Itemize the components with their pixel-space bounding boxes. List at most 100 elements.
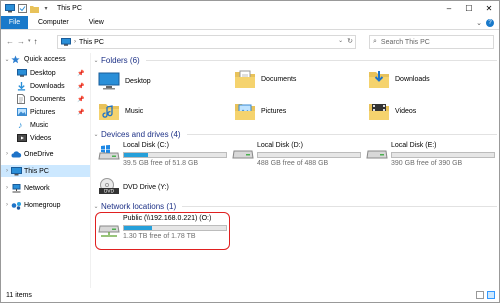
videos-icon	[17, 134, 27, 142]
chevron-down-icon[interactable]: ⌄	[92, 203, 100, 210]
group-header-devices-and-drives[interactable]: ⌄ Devices and drives (4)	[92, 128, 497, 140]
sidebar-item-label: Homegroup	[24, 201, 61, 209]
sidebar-item-pictures[interactable]: Pictures 📌	[1, 106, 90, 118]
drive-local-disk-d[interactable]: Local Disk (D:) 488 GB free of 488 GB	[232, 142, 367, 169]
sidebar-item-label: Network	[24, 184, 50, 192]
tab-file[interactable]: File	[1, 16, 28, 29]
chevron-right-icon[interactable]: ›	[4, 168, 10, 174]
back-arrow-icon[interactable]: ←	[6, 37, 14, 46]
dvd-drive-icon: DVD	[98, 178, 120, 195]
drive-free-space: 39.5 GB free of 51.8 GB	[123, 160, 199, 167]
highlight-annotation	[95, 212, 230, 250]
downloads-folder-icon	[368, 68, 390, 90]
item-count: 11 items	[6, 292, 32, 299]
chevron-down-icon[interactable]: ⌄	[4, 56, 10, 63]
properties-icon[interactable]	[17, 4, 27, 14]
details-view-icon[interactable]	[476, 291, 484, 299]
status-bar: 11 items	[1, 289, 499, 302]
nav-buttons: ← → ▾ ↑	[1, 37, 55, 46]
folder-desktop[interactable]: Desktop	[98, 70, 151, 92]
sidebar-item-label: OneDrive	[24, 150, 54, 158]
videos-folder-icon	[368, 100, 390, 122]
folder-documents[interactable]: Documents	[234, 68, 296, 90]
breadcrumb-separator-icon: ›	[74, 39, 76, 45]
window-title: This PC	[57, 5, 82, 12]
documents-folder-icon	[234, 68, 256, 90]
homegroup-icon	[11, 201, 22, 210]
sidebar-item-homegroup[interactable]: › Homegroup	[1, 199, 90, 211]
chevron-right-icon[interactable]: ›	[4, 151, 10, 157]
group-title: Network locations (1)	[101, 201, 177, 211]
pin-icon[interactable]: 📌	[77, 70, 84, 77]
group-title: Devices and drives (4)	[101, 129, 181, 139]
sidebar-item-label: Quick access	[24, 55, 66, 63]
folder-music[interactable]: Music	[98, 100, 143, 122]
sidebar-item-quick-access[interactable]: ⌄ Quick access	[1, 53, 90, 65]
sidebar-item-videos[interactable]: Videos	[1, 132, 90, 144]
cloud-icon	[11, 150, 22, 158]
search-placeholder: Search This PC	[380, 38, 430, 46]
group-divider	[186, 133, 497, 135]
close-button[interactable]: ✕	[479, 1, 499, 16]
minimize-button[interactable]: –	[439, 1, 459, 16]
chevron-down-icon[interactable]: ⌄	[92, 131, 100, 138]
tab-computer[interactable]: Computer	[28, 16, 79, 29]
breadcrumb[interactable]: This PC	[79, 39, 104, 46]
sidebar-item-desktop[interactable]: Desktop 📌	[1, 67, 90, 79]
folder-name: Videos	[395, 107, 417, 115]
drive-name: DVD Drive (Y:)	[123, 184, 169, 191]
drive-usage-fill	[124, 153, 149, 157]
drive-usage-bar	[391, 152, 495, 158]
maximize-button[interactable]: ☐	[459, 1, 479, 16]
content-pane: ⌄ Folders (6) Desktop Documents Download…	[92, 53, 499, 288]
drive-free-space: 488 GB free of 488 GB	[257, 160, 329, 167]
address-bar-controls: ⌄ ↻	[338, 37, 353, 45]
desktop-folder-icon	[98, 70, 120, 92]
ribbon-tabs: File Computer View ⌄ ?	[1, 16, 499, 30]
expand-ribbon-icon[interactable]: ⌄	[476, 19, 482, 27]
drive-local-disk-c[interactable]: Local Disk (C:) 39.5 GB free of 51.8 GB	[98, 142, 233, 169]
group-header-network-locations[interactable]: ⌄ Network locations (1)	[92, 200, 497, 212]
chevron-down-icon[interactable]: ▾	[41, 4, 51, 14]
large-icons-view-icon[interactable]	[487, 291, 495, 299]
drive-name: Local Disk (C:)	[123, 142, 169, 149]
sidebar-item-this-pc[interactable]: › This PC	[1, 165, 90, 177]
sidebar-item-network[interactable]: › Network	[1, 182, 90, 194]
sidebar-item-music[interactable]: ♪ Music	[1, 119, 90, 131]
folder-name: Downloads	[395, 75, 430, 83]
chevron-down-icon[interactable]: ⌄	[92, 57, 100, 64]
sidebar-item-onedrive[interactable]: › OneDrive	[1, 148, 90, 160]
folder-videos[interactable]: Videos	[368, 100, 416, 122]
tab-view[interactable]: View	[79, 16, 114, 29]
drive-dvd-y[interactable]: DVD DVD Drive (Y:)	[98, 177, 198, 199]
chevron-right-icon[interactable]: ›	[4, 185, 10, 191]
documents-icon	[17, 94, 25, 104]
forward-arrow-icon[interactable]: →	[17, 37, 25, 46]
sidebar-item-documents[interactable]: Documents 📌	[1, 93, 90, 105]
folder-downloads[interactable]: Downloads	[368, 68, 430, 90]
sidebar-item-downloads[interactable]: Downloads 📌	[1, 80, 90, 92]
help-icon[interactable]: ?	[486, 18, 494, 27]
up-arrow-icon[interactable]: ↑	[34, 37, 38, 46]
drive-usage-bar	[123, 152, 227, 158]
address-dropdown-icon[interactable]: ⌄	[338, 37, 343, 45]
navigation-pane: ⌄ Quick access Desktop 📌 Downloads 📌 Doc	[1, 53, 91, 288]
ribbon-right-controls: ⌄ ?	[476, 16, 499, 29]
drive-free-space: 390 GB free of 390 GB	[391, 160, 463, 167]
pin-icon[interactable]: 📌	[77, 96, 84, 103]
address-bar[interactable]: › This PC ⌄ ↻	[57, 35, 356, 49]
drive-local-disk-e[interactable]: Local Disk (E:) 390 GB free of 390 GB	[366, 142, 499, 169]
pin-icon[interactable]: 📌	[77, 83, 84, 90]
drive-usage-bar	[257, 152, 361, 158]
folder-name: Documents	[261, 75, 297, 83]
group-header-folders[interactable]: ⌄ Folders (6)	[92, 54, 497, 66]
disk-icon	[366, 145, 388, 161]
pin-icon[interactable]: 📌	[77, 109, 84, 116]
new-folder-icon[interactable]	[29, 4, 39, 14]
group-divider	[182, 205, 497, 207]
recent-locations-icon[interactable]: ▾	[28, 38, 31, 44]
chevron-right-icon[interactable]: ›	[4, 202, 10, 208]
refresh-icon[interactable]: ↻	[347, 37, 353, 45]
search-input[interactable]: ⌕ Search This PC	[369, 35, 494, 49]
folder-pictures[interactable]: Pictures	[234, 100, 286, 122]
